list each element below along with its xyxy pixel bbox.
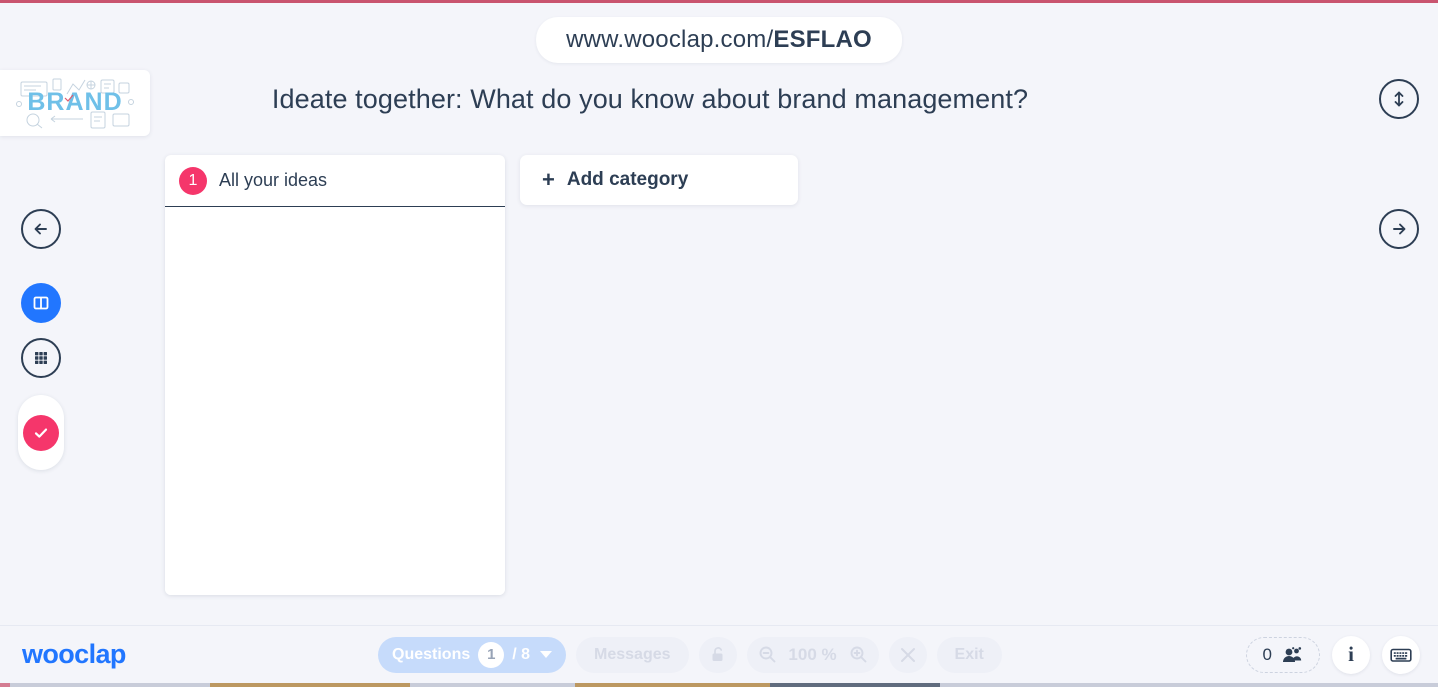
category-title: All your ideas	[219, 170, 328, 190]
category-header[interactable]: 1 All your ideas	[165, 155, 505, 207]
toolbar-center-group: Questions 1 / 8 Messages 100 % Exit	[378, 636, 1002, 673]
questions-selector[interactable]: Questions 1 / 8	[378, 636, 567, 673]
category-count-badge: 1	[179, 166, 207, 195]
users-icon	[1283, 646, 1302, 662]
zoom-out-button[interactable]	[757, 644, 778, 665]
participants-count: 0	[1262, 644, 1272, 664]
participants-counter[interactable]: 0	[1245, 636, 1320, 673]
fullscreen-button[interactable]	[888, 636, 927, 673]
grid-icon	[35, 352, 47, 364]
arrow-left-icon	[34, 223, 47, 235]
svg-text:BRAND: BRAND	[27, 88, 122, 116]
zoom-control-group: 100 %	[746, 636, 879, 673]
category-ideas-list[interactable]	[165, 207, 505, 595]
top-accent-line	[0, 0, 1438, 3]
arrows-up-down-icon	[1394, 91, 1404, 107]
bottom-toolbar: wooclap Questions 1 / 8 Messages 100 % E…	[0, 625, 1438, 683]
next-slide-button[interactable]	[1379, 209, 1419, 249]
zoom-level-value: 100 %	[788, 644, 837, 664]
keyboard-icon	[1390, 648, 1412, 662]
chevron-down-icon	[540, 651, 553, 658]
expand-collapse-button[interactable]	[1379, 79, 1419, 119]
unlock-icon	[712, 647, 723, 661]
category-column: 1 All your ideas	[165, 155, 505, 595]
ideas-board: 1 All your ideas + Add category	[165, 155, 798, 595]
join-url-code: ESFLAO	[773, 26, 872, 53]
grid-view-button[interactable]	[21, 338, 61, 378]
wooclap-presentation-screen: www.wooclap.com/ESFLAO BRAND Ideate toge…	[0, 0, 1438, 687]
bottom-accent-line	[0, 683, 1438, 687]
add-category-label: Add category	[566, 169, 689, 190]
info-icon: i	[1348, 642, 1354, 666]
brand-illustration-icon: BRAND	[16, 78, 134, 129]
keyboard-shortcuts-button[interactable]	[1382, 635, 1420, 674]
add-category-button[interactable]: + Add category	[520, 155, 798, 205]
zoom-out-icon	[759, 646, 775, 663]
brand-logo-card: BRAND	[0, 70, 150, 136]
columns-view-button[interactable]	[21, 283, 61, 323]
check-icon	[34, 428, 48, 438]
exit-button[interactable]: Exit	[936, 636, 1002, 673]
columns-icon	[33, 296, 49, 310]
zoom-in-button[interactable]	[848, 644, 869, 665]
toolbar-right-group: 0 i	[1245, 635, 1420, 674]
zoom-in-icon	[850, 646, 866, 663]
arrow-right-icon	[1393, 223, 1406, 235]
questions-current: 1	[478, 641, 505, 668]
validate-knob[interactable]	[23, 414, 59, 451]
wooclap-brand-logo: wooclap	[22, 639, 126, 669]
question-title: Ideate together: What do you know about …	[271, 84, 1029, 114]
join-url-prefix: www.wooclap.com/	[566, 26, 774, 53]
info-button[interactable]: i	[1332, 635, 1370, 674]
questions-label: Questions	[392, 645, 471, 663]
lock-button[interactable]	[698, 636, 737, 673]
fullscreen-icon	[900, 647, 915, 662]
plus-icon: +	[542, 167, 555, 192]
questions-total: / 8	[512, 645, 531, 663]
join-url-pill: www.wooclap.com/ESFLAO	[536, 17, 902, 63]
messages-button[interactable]: Messages	[576, 636, 689, 673]
previous-slide-button[interactable]	[21, 209, 61, 249]
validate-toggle[interactable]	[18, 395, 64, 470]
